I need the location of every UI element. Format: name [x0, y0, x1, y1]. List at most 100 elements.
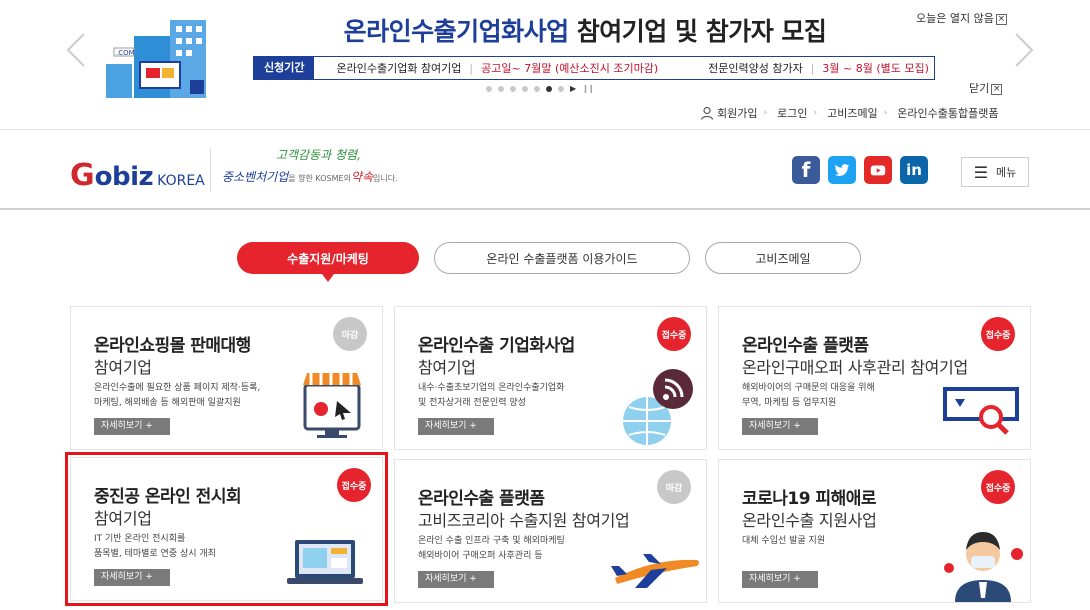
util-gobizmail-label: 고비즈메일: [827, 107, 878, 120]
facebook-icon[interactable]: f: [792, 156, 820, 184]
person-icon: [700, 106, 714, 120]
banner-title-part1: 온라인수출기업화사업: [343, 17, 570, 46]
card-subtitle: 온라인구매오퍼 사후관리 참여기업: [742, 358, 968, 377]
slide-dot[interactable]: [558, 85, 564, 92]
status-badge: 접수중: [981, 317, 1015, 351]
masked-person-icon: [944, 532, 1023, 602]
banner-title-part2: 참여기업 및 참가자 모집: [576, 17, 827, 46]
checkbox-close-icon[interactable]: ×: [991, 83, 1003, 95]
program-card[interactable]: 온라인수출 기업화사업 참여기업 내수·수출초보기업의 온라인수출기업화 및 전자…: [394, 306, 707, 450]
slide-dot[interactable]: [522, 85, 528, 92]
card-title: 코로나19 피해애로: [742, 489, 877, 509]
card-description: 해외바이어의 구매문의 대응을 위해 무역, 마케팅 등 업무지원: [742, 381, 962, 411]
chevron-right-icon: ›: [763, 108, 768, 118]
divider: [210, 148, 211, 192]
period-item2-name: 전문인력양성 참가자: [708, 62, 803, 75]
util-platform-label: 온라인수출통합플랫폼: [897, 107, 999, 120]
program-card[interactable]: 코로나19 피해애로 온라인수출 지원사업 대체 수입선 발굴 지원 자세히보기…: [718, 459, 1031, 603]
utility-nav: 회원가입 › 로그인 › 고비즈메일 › 온라인수출통합플랫폼: [700, 105, 999, 121]
slide-dot-active[interactable]: [546, 85, 552, 92]
status-badge: 마감: [333, 317, 367, 351]
top-banner: .COM 온라인수출기업화사업 참여기업 및 참가자 모집 신청기간 온라인수출…: [0, 0, 1090, 100]
card-desc-line: 내수·수출초보기업의 온라인수출기업화: [418, 383, 565, 393]
period-separator: |: [810, 61, 815, 75]
highlight-box: [65, 452, 388, 606]
status-badge: 접수중: [981, 470, 1015, 504]
airplane-icon: [611, 554, 699, 588]
program-card[interactable]: 온라인수출 플랫폼 온라인구매오퍼 사후관리 참여기업 해외바이어의 구매문의 …: [718, 306, 1031, 450]
search-dropdown-icon: [943, 387, 1019, 435]
twitter-icon[interactable]: [828, 156, 856, 184]
banner-next-arrow-icon[interactable]: [1010, 30, 1038, 70]
period-item1-name: 온라인수출기업화 참여기업: [336, 62, 462, 75]
card-subtitle: 고비즈코리아 수출지원 참여기업: [418, 511, 630, 530]
util-platform[interactable]: 온라인수출통합플랫폼: [897, 105, 998, 121]
card-desc-line: 온라인수출에 필요한 상품 페이지 제작·등록,: [94, 383, 261, 393]
util-login[interactable]: 로그인 ›: [777, 105, 827, 121]
slogan: 고객감동과 청렴, 중소벤처기업을 향한 KOSME의약속입니다.: [222, 146, 432, 194]
period-item2-date: 3월 ~ 8월 (별도 모집): [822, 62, 929, 75]
program-card[interactable]: 온라인수출 플랫폼 고비즈코리아 수출지원 참여기업 온라인 수출 인프라 구축…: [394, 459, 707, 603]
util-login-label: 로그인: [777, 107, 808, 120]
banner-pagination: ▶ ❙❙: [486, 84, 595, 93]
slide-dot[interactable]: [534, 85, 540, 92]
logo-g: G: [70, 158, 95, 193]
status-badge: 접수중: [657, 317, 691, 351]
pause-icon[interactable]: ❙❙: [582, 84, 594, 93]
play-icon[interactable]: ▶: [570, 84, 576, 93]
banner-title: 온라인수출기업화사업 참여기업 및 참가자 모집: [250, 12, 920, 48]
program-card[interactable]: 온라인쇼핑몰 판매대행 참여기업 온라인수출에 필요한 상품 페이지 제작·등록…: [70, 306, 383, 450]
view-more-button[interactable]: 자세히보기 +: [742, 571, 818, 588]
card-description: 온라인 수출 인프라 구축 및 해외마케팅 해외바이어 구매오퍼 사후관리 등: [418, 534, 638, 564]
card-subtitle: 참여기업: [94, 358, 152, 377]
card-description: 내수·수출초보기업의 온라인수출기업화 및 전자상거래 전문인력 양성: [418, 381, 638, 411]
util-signup[interactable]: 회원가입 ›: [700, 105, 777, 121]
slide-dot[interactable]: [510, 85, 516, 92]
slide-dot[interactable]: [498, 85, 504, 92]
building-illustration: .COM: [106, 20, 206, 98]
view-more-button[interactable]: 자세히보기 +: [742, 418, 818, 435]
checkbox-close-icon[interactable]: ×: [995, 13, 1007, 25]
chevron-right-icon: ›: [813, 108, 818, 118]
linkedin-icon[interactable]: in: [900, 156, 928, 184]
util-signup-label: 회원가입: [717, 107, 758, 120]
status-badge: 마감: [657, 470, 691, 504]
card-subtitle: 참여기업: [418, 358, 476, 377]
slogan-part: 약속: [350, 170, 374, 184]
slide-dot[interactable]: [486, 85, 492, 92]
tab-gobizmail[interactable]: 고비즈메일: [705, 242, 861, 274]
period-label: 신청기간: [254, 57, 315, 79]
period-item1-date: 공고일~ 7월말 (예산소진시 조기마감): [481, 62, 659, 75]
card-subtitle: 온라인수출 지원사업: [742, 511, 877, 530]
view-more-button[interactable]: 자세히보기 +: [418, 418, 494, 435]
logo-korea: KOREA: [157, 173, 205, 189]
banner-prev-arrow-icon[interactable]: [62, 30, 90, 70]
slogan-line1: 고객감동과 청렴,: [276, 148, 361, 162]
youtube-icon[interactable]: [864, 156, 892, 184]
tab-platform-guide[interactable]: 온라인 수출플랫폼 이용가이드: [434, 242, 690, 274]
banner-close[interactable]: 닫기 ×: [969, 80, 1003, 96]
card-title: 온라인수출 플랫폼: [418, 489, 545, 509]
card-desc-line: 해외바이어 구매오퍼 사후관리 등: [418, 551, 543, 561]
period-separator: |: [469, 61, 474, 75]
tab-export-marketing[interactable]: 수출지원/마케팅: [237, 242, 419, 282]
card-desc-line: 무역, 마케팅 등 업무지원: [742, 398, 837, 408]
online-store-icon: [303, 373, 361, 438]
slogan-part: 중소벤처기업: [222, 170, 289, 184]
dont-show-today[interactable]: 오늘은 열지 않음 ×: [916, 10, 1007, 26]
view-more-button[interactable]: 자세히보기 +: [94, 418, 170, 435]
card-title: 온라인수출 플랫폼: [742, 336, 869, 356]
slogan-part: 을 향한 KOSME의: [288, 174, 351, 183]
view-more-button[interactable]: 자세히보기 +: [418, 571, 494, 588]
application-period-box: 신청기간 온라인수출기업화 참여기업 | 공고일~ 7월말 (예산소진시 조기마…: [253, 56, 935, 80]
menu-button[interactable]: ☰ 메뉴: [961, 157, 1029, 187]
gobiz-logo[interactable]: Gobiz KOREA: [70, 158, 205, 193]
card-desc-line: 대체 수입선 발굴 지원: [742, 536, 826, 546]
divider: [0, 208, 1090, 210]
sns-links: f in: [792, 156, 928, 184]
card-title: 온라인수출 기업화사업: [418, 336, 575, 356]
logo-biz: obiz: [94, 162, 154, 192]
util-gobizmail[interactable]: 고비즈메일 ›: [827, 105, 897, 121]
dont-show-today-label: 오늘은 열지 않음: [916, 12, 994, 25]
menu-label: 메뉴: [996, 166, 1017, 179]
